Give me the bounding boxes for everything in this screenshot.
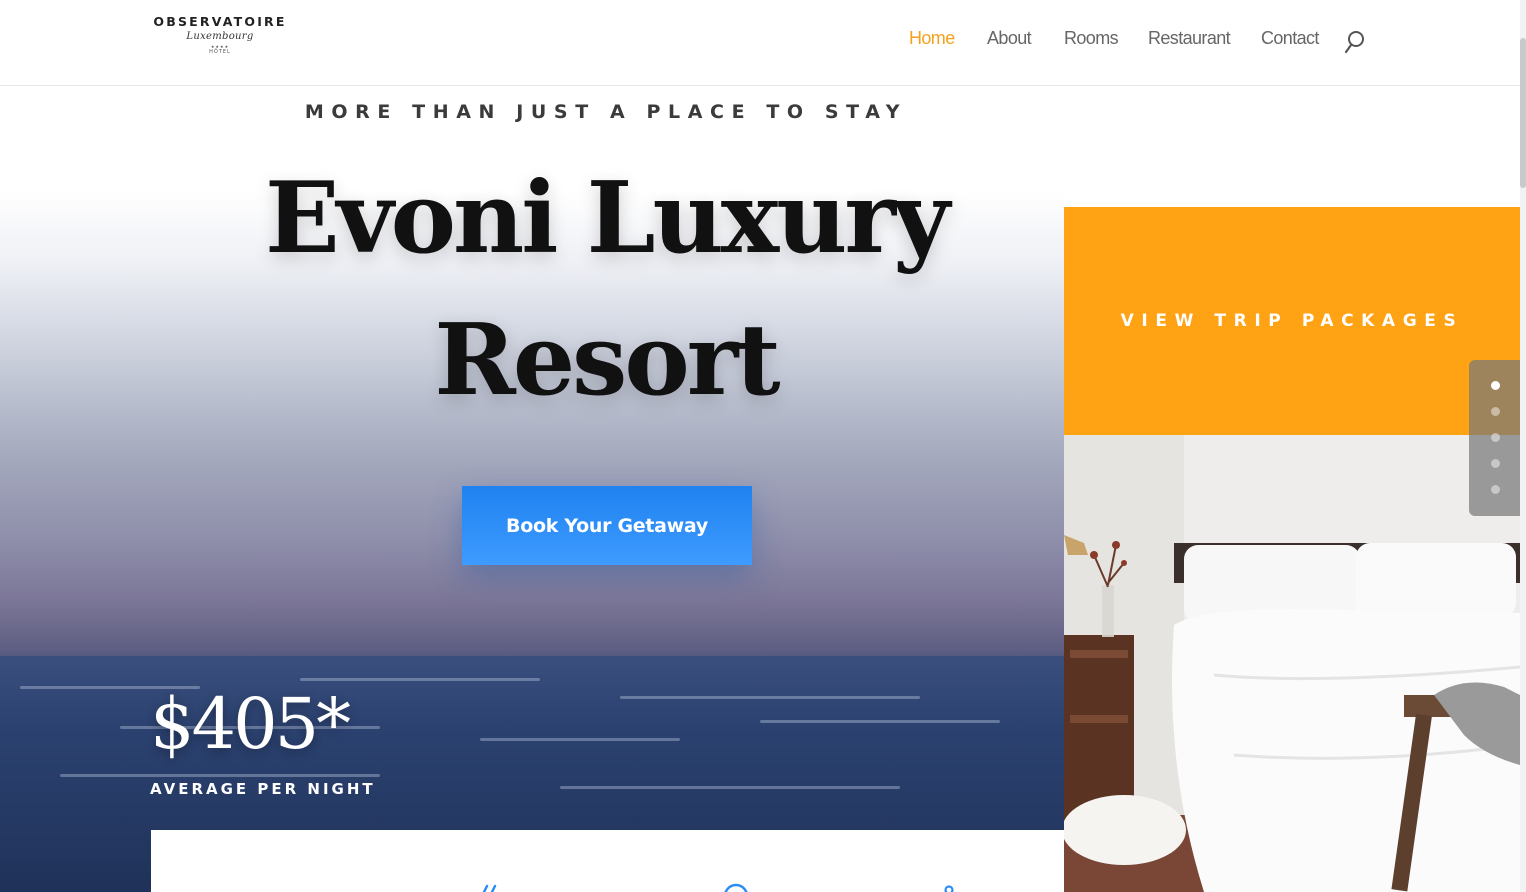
hotel-logo[interactable]: OBSERVATOIRE Luxembourg ★★★★ HÔTEL [152,14,288,66]
slide-dot-5[interactable] [1491,485,1500,494]
scrollbar-thumb[interactable] [1520,38,1526,188]
slide-dot-1[interactable] [1491,381,1500,390]
page-scrollbar[interactable] [1520,0,1526,892]
nav-restaurant[interactable]: Restaurant [1148,28,1231,49]
nav-rooms[interactable]: Rooms [1064,28,1119,49]
nightly-price: $405* [150,683,351,765]
hero-section: MORE THAN JUST A PLACE TO STAY Evoni Lux… [0,86,1064,892]
site-header: OBSERVATOIRE Luxembourg ★★★★ HÔTEL Home … [0,0,1526,86]
slide-dot-2[interactable] [1491,407,1500,416]
nav-home[interactable]: Home [909,28,955,49]
hero-title-line1: Evoni Luxury [264,161,950,276]
bedroom-illustration [1064,435,1520,892]
clock-icon [724,883,748,892]
search-icon[interactable] [1344,30,1368,56]
slide-dot-4[interactable] [1491,459,1500,468]
slide-dot-3[interactable] [1491,433,1500,442]
slide-dots [1469,360,1520,516]
nav-contact[interactable]: Contact [1261,28,1319,49]
features-card [151,830,1064,892]
logo-script: Luxembourg [186,31,254,42]
quote-icon [482,884,497,892]
logo-subtitle: HÔTEL [209,49,231,55]
view-trip-packages-button[interactable]: VIEW TRIP PACKAGES [1064,207,1520,435]
hero-title: Evoni Luxury Resort [180,148,1032,432]
book-getaway-button[interactable]: Book Your Getaway [462,486,752,565]
nav-about[interactable]: About [987,28,1032,49]
hero-title-line2: Resort [434,303,780,418]
price-caption: AVERAGE PER NIGHT [150,780,376,798]
logo-wordmark: OBSERVATOIRE [153,14,287,29]
person-icon [944,885,954,892]
hero-tagline: MORE THAN JUST A PLACE TO STAY [304,101,908,123]
room-photo [1064,435,1520,892]
